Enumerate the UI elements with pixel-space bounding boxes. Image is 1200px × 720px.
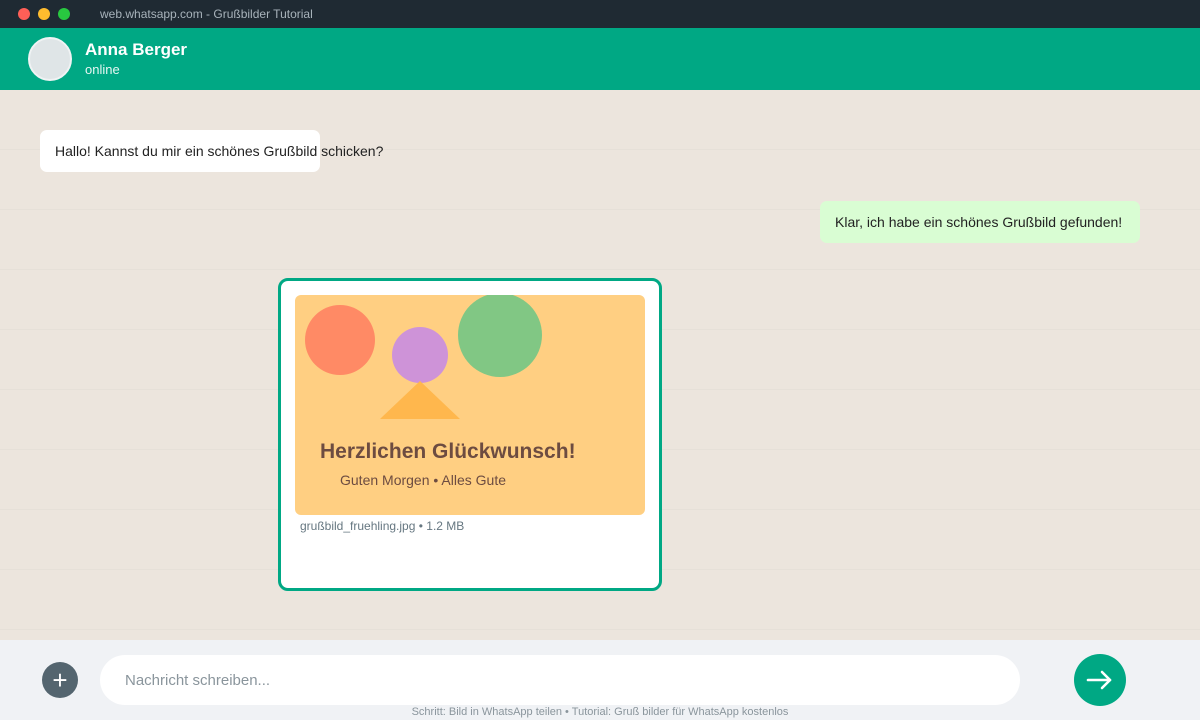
arrow-right-icon [1086, 670, 1112, 690]
plus-icon: + [52, 665, 68, 695]
decorative-circle-green [458, 295, 542, 377]
maximize-window-button[interactable] [58, 8, 70, 20]
greeting-image[interactable]: Herzlichen Glückwunsch! Guten Morgen • A… [295, 295, 645, 515]
window-title: web.whatsapp.com - Grußbilder Tutorial [100, 7, 313, 21]
greeting-title: Herzlichen Glückwunsch! [320, 440, 576, 463]
decorative-circle-purple [392, 327, 448, 383]
attach-button[interactable]: + [42, 662, 78, 698]
contact-avatar[interactable] [28, 37, 72, 81]
message-input[interactable] [100, 655, 1020, 705]
browser-titlebar: web.whatsapp.com - Grußbilder Tutorial [0, 0, 1200, 28]
minimize-window-button[interactable] [38, 8, 50, 20]
chat-header: Anna Berger online [0, 28, 1200, 90]
outgoing-message: Klar, ich habe ein schönes Grußbild gefu… [820, 201, 1140, 243]
decorative-circle-coral [305, 305, 375, 375]
image-message[interactable]: Herzlichen Glückwunsch! Guten Morgen • A… [278, 278, 662, 591]
chat-area: Hallo! Kannst du mir ein schönes Grußbil… [0, 90, 1200, 640]
incoming-message: Hallo! Kannst du mir ein schönes Grußbil… [40, 130, 383, 172]
greeting-subtitle: Guten Morgen • Alles Gute [340, 472, 506, 488]
contact-name[interactable]: Anna Berger [85, 40, 187, 60]
decorative-triangle [380, 381, 460, 419]
contact-status: online [85, 62, 120, 77]
tutorial-footer-note: Schritt: Bild in WhatsApp teilen • Tutor… [411, 706, 789, 718]
send-button[interactable] [1074, 654, 1126, 706]
close-window-button[interactable] [18, 8, 30, 20]
compose-bar: + Schritt: Bild in WhatsApp teilen • Tut… [0, 640, 1200, 720]
file-caption: grußbild_fruehling.jpg • 1.2 MB [300, 519, 465, 533]
